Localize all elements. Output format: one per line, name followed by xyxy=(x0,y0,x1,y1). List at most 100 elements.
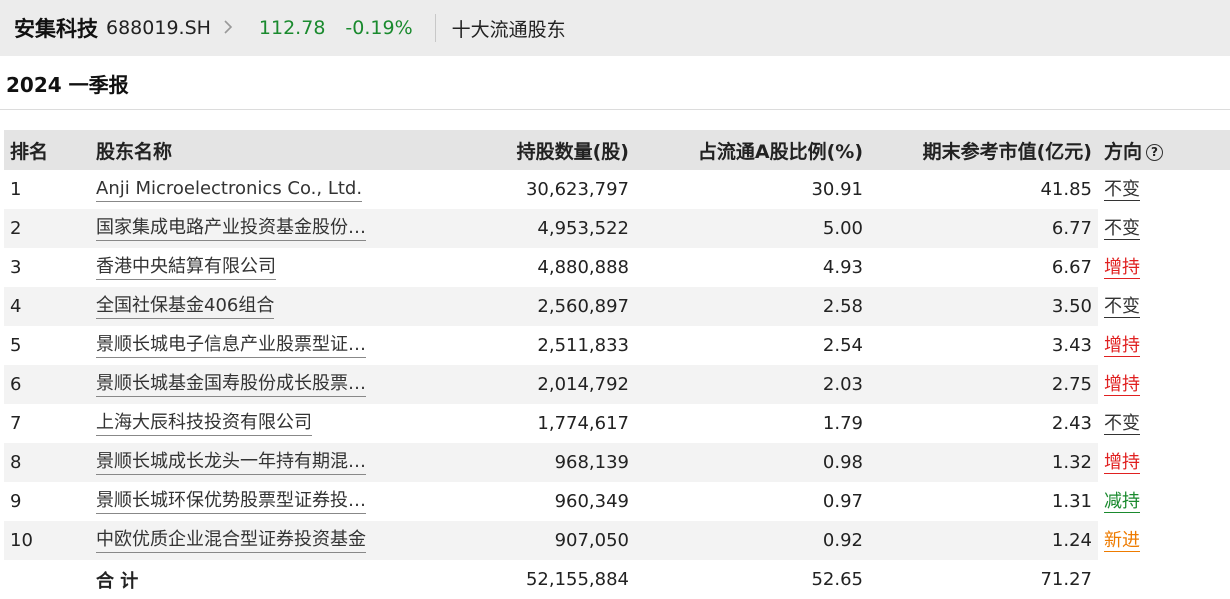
direction-link[interactable]: 不变 xyxy=(1104,295,1140,318)
shares-cell: 1,774,617 xyxy=(537,413,629,434)
holder-name-link[interactable]: 国家集成电路产业投资基金股份… xyxy=(96,216,366,241)
shares-cell: 30,623,797 xyxy=(525,179,629,200)
rank-cell: 1 xyxy=(10,179,22,200)
stock-price: 112.78 xyxy=(258,17,326,39)
ratio-cell: 0.98 xyxy=(635,443,869,482)
total-label: 合 计 xyxy=(96,570,139,592)
rank-cell: 5 xyxy=(10,335,22,356)
total-row: 合 计 52,155,884 52.65 71.27 xyxy=(4,560,1230,599)
stock-header: 安集科技 688019.SH 112.78 -0.19% 十大流通股东 xyxy=(0,0,1230,56)
holder-name-cell: 景顺长城电子信息产业股票型证… xyxy=(90,326,438,365)
total-shares: 52,155,884 xyxy=(525,569,629,590)
stock-code: 688019.SH xyxy=(106,17,211,39)
holder-name-cell: 香港中央結算有限公司 xyxy=(90,248,438,287)
question-circle-icon[interactable]: ? xyxy=(1146,143,1164,161)
table-row: 10 中欧优质企业混合型证券投资基金 907,050 0.92 1.24 新进 xyxy=(4,521,1230,560)
holder-name-link[interactable]: 中欧优质企业混合型证券投资基金 xyxy=(96,528,366,553)
rank-cell: 10 xyxy=(4,521,90,560)
holder-name-cell: 景顺长城环保优势股票型证券投… xyxy=(90,482,438,521)
ratio-cell: 0.92 xyxy=(635,521,869,560)
direction-cell: 新进 xyxy=(1098,521,1230,560)
rank-cell: 3 xyxy=(10,257,22,278)
rank-cell: 2 xyxy=(4,209,90,248)
direction-link[interactable]: 新进 xyxy=(1104,529,1140,552)
ratio-cell: 0.97 xyxy=(822,491,863,512)
direction-cell: 不变 xyxy=(1098,170,1230,209)
rank-cell: 9 xyxy=(10,491,22,512)
direction-link[interactable]: 增持 xyxy=(1104,334,1140,357)
ratio-cell: 2.58 xyxy=(635,287,869,326)
header-shares: 持股数量(股) xyxy=(438,130,635,170)
header-divider xyxy=(434,14,436,42)
shares-cell: 2,511,833 xyxy=(537,335,629,356)
table-header-row: 排名 股东名称 持股数量(股) 占流通A股比例(%) 期末参考市值(亿元) 方向… xyxy=(4,130,1230,170)
table-row: 4 全国社保基金406组合 2,560,897 2.58 3.50 不变 xyxy=(4,287,1230,326)
header-direction: 方向? xyxy=(1098,130,1230,170)
direction-cell: 增持 xyxy=(1098,365,1230,404)
shares-cell: 960,349 xyxy=(554,491,629,512)
direction-cell: 不变 xyxy=(1098,404,1230,443)
table-row: 3 香港中央結算有限公司 4,880,888 4.93 6.67 增持 xyxy=(4,248,1230,287)
direction-cell: 增持 xyxy=(1098,248,1230,287)
report-period-title: 2024 一季报 xyxy=(0,56,1230,110)
rank-cell: 6 xyxy=(4,365,90,404)
market-value-cell: 6.77 xyxy=(869,209,1098,248)
chevron-right-icon[interactable] xyxy=(223,16,237,40)
holder-name-cell: 景顺长城成长龙头一年持有期混… xyxy=(90,443,438,482)
ratio-cell: 2.54 xyxy=(822,335,863,356)
holder-name-link[interactable]: 景顺长城成长龙头一年持有期混… xyxy=(96,450,366,475)
ratio-cell: 2.03 xyxy=(635,365,869,404)
table-row: 9 景顺长城环保优势股票型证券投… 960,349 0.97 1.31 减持 xyxy=(4,482,1230,521)
shares-cell: 907,050 xyxy=(438,521,635,560)
direction-link[interactable]: 不变 xyxy=(1104,178,1140,201)
market-value-cell: 2.43 xyxy=(1051,413,1092,434)
total-rank-cell xyxy=(4,560,90,599)
holder-name-cell: 景顺长城基金国寿股份成长股票… xyxy=(90,365,438,404)
table-row: 1 Anji Microelectronics Co., Ltd. 30,623,7… xyxy=(4,170,1230,209)
header-market-value: 期末参考市值(亿元) xyxy=(869,130,1098,170)
holder-name-link[interactable]: 景顺长城基金国寿股份成长股票… xyxy=(96,372,366,397)
direction-cell: 增持 xyxy=(1098,443,1230,482)
holder-name-cell: 中欧优质企业混合型证券投资基金 xyxy=(90,521,438,560)
holder-name-link[interactable]: 景顺长城环保优势股票型证券投… xyxy=(96,489,366,514)
shares-cell: 968,139 xyxy=(438,443,635,482)
direction-link[interactable]: 增持 xyxy=(1104,373,1140,396)
market-value-cell: 3.50 xyxy=(869,287,1098,326)
direction-link[interactable]: 增持 xyxy=(1104,256,1140,279)
direction-link[interactable]: 不变 xyxy=(1104,217,1140,240)
direction-link[interactable]: 不变 xyxy=(1104,412,1140,435)
holder-name-cell: 上海大辰科技投资有限公司 xyxy=(90,404,438,443)
holder-name-cell: 国家集成电路产业投资基金股份… xyxy=(90,209,438,248)
total-direction-cell xyxy=(1098,560,1230,599)
rank-cell: 7 xyxy=(10,413,22,434)
direction-cell: 不变 xyxy=(1098,287,1230,326)
holder-name-cell: 全国社保基金406组合 xyxy=(90,287,438,326)
market-value-cell: 1.24 xyxy=(869,521,1098,560)
market-value-cell: 2.75 xyxy=(869,365,1098,404)
direction-link[interactable]: 减持 xyxy=(1104,490,1140,513)
holder-name-link[interactable]: 全国社保基金406组合 xyxy=(96,294,275,319)
header-holder-name: 股东名称 xyxy=(90,130,438,170)
holder-name-cell: Anji Microelectronics Co., Ltd. xyxy=(90,170,438,209)
shares-cell: 2,014,792 xyxy=(438,365,635,404)
table-row: 5 景顺长城电子信息产业股票型证… 2,511,833 2.54 3.43 增持 xyxy=(4,326,1230,365)
header-direction-label: 方向 xyxy=(1104,140,1143,163)
holder-name-link[interactable]: 景顺长城电子信息产业股票型证… xyxy=(96,333,366,358)
market-value-cell: 6.67 xyxy=(1051,257,1092,278)
holder-name-link[interactable]: 上海大辰科技投资有限公司 xyxy=(96,411,312,436)
market-value-cell: 3.43 xyxy=(1051,335,1092,356)
shares-cell: 2,560,897 xyxy=(438,287,635,326)
holder-name-link[interactable]: Anji Microelectronics Co., Ltd. xyxy=(96,177,363,202)
table-row: 2 国家集成电路产业投资基金股份… 4,953,522 5.00 6.77 不变 xyxy=(4,209,1230,248)
table-row: 6 景顺长城基金国寿股份成长股票… 2,014,792 2.03 2.75 增持 xyxy=(4,365,1230,404)
header-ratio: 占流通A股比例(%) xyxy=(635,130,869,170)
holder-name-link[interactable]: 香港中央結算有限公司 xyxy=(96,255,276,280)
ratio-cell: 30.91 xyxy=(811,179,863,200)
market-value-cell: 1.31 xyxy=(1051,491,1092,512)
shares-cell: 4,953,522 xyxy=(438,209,635,248)
direction-link[interactable]: 增持 xyxy=(1104,451,1140,474)
market-value-cell: 41.85 xyxy=(1040,179,1092,200)
shareholders-table: 排名 股东名称 持股数量(股) 占流通A股比例(%) 期末参考市值(亿元) 方向… xyxy=(4,130,1230,599)
direction-cell: 不变 xyxy=(1098,209,1230,248)
market-value-cell: 1.32 xyxy=(869,443,1098,482)
